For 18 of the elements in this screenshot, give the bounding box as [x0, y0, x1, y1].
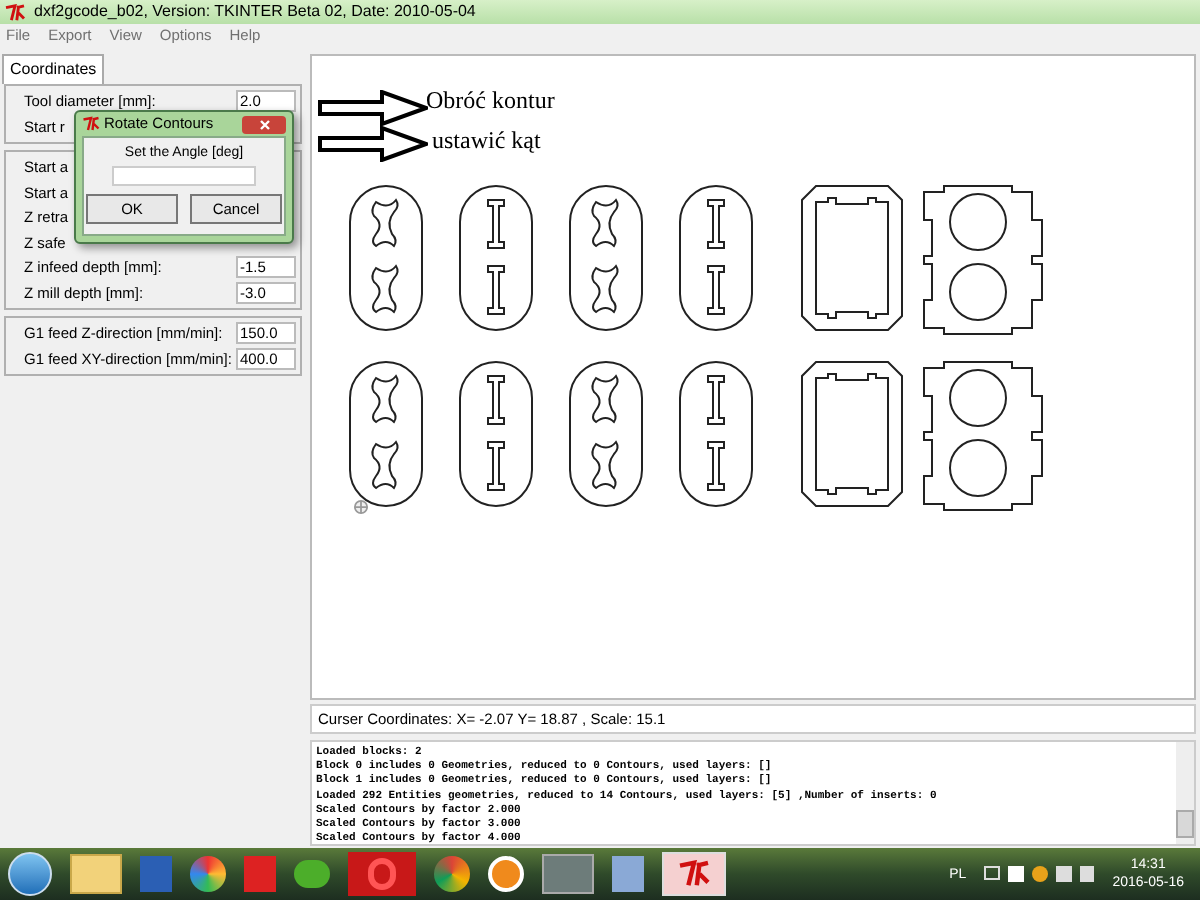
app-button[interactable] — [662, 852, 726, 896]
wheel-icon[interactable] — [488, 856, 524, 892]
pinwheel-icon[interactable] — [190, 856, 226, 892]
close-icon — [259, 119, 269, 129]
close-button[interactable] — [242, 115, 286, 133]
origin-icon — [354, 500, 368, 514]
annotation-text: Obróć kontur — [426, 88, 555, 112]
scrollbar[interactable] — [1176, 742, 1194, 844]
arrow-icon — [318, 90, 428, 126]
arrow-icon — [318, 126, 428, 162]
start-button[interactable] — [8, 852, 52, 896]
sun-icon[interactable] — [1032, 866, 1049, 882]
window-title: dxf2gcode_b02, Version: TKINTER Beta 02, Date: 2010-05-04 — [34, 4, 476, 20]
angle-input[interactable] — [112, 166, 256, 186]
browser-icon[interactable] — [434, 856, 470, 892]
app-icon — [4, 3, 26, 21]
tab[interactable]: Coordinates — [2, 54, 105, 84]
annotation-text: ustawić kąt — [432, 128, 541, 152]
